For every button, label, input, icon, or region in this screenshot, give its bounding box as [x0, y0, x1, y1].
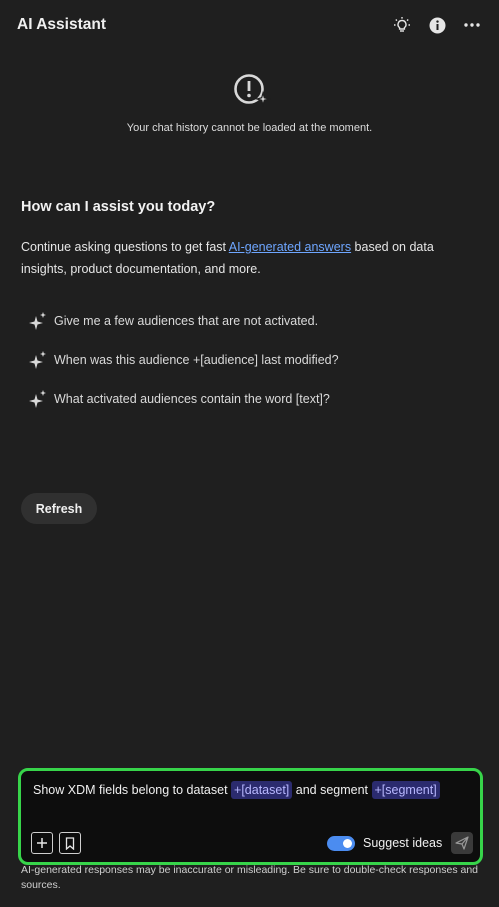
- add-button[interactable]: [31, 832, 53, 854]
- suggestion-list: Give me a few audiences that are not act…: [29, 310, 469, 427]
- error-sparkle-icon: [233, 73, 272, 109]
- header-actions: [392, 14, 482, 36]
- suggestion-text: What activated audiences contain the wor…: [54, 392, 330, 406]
- welcome-heading: How can I assist you today?: [21, 199, 216, 215]
- lightbulb-icon[interactable]: [392, 15, 412, 35]
- info-icon[interactable]: [427, 15, 447, 35]
- sparkle-icon: [29, 312, 46, 330]
- plus-icon: [37, 838, 47, 848]
- panel-title: AI Assistant: [17, 16, 107, 33]
- prompt-text: Show XDM fields belong to dataset: [33, 783, 232, 797]
- suggest-ideas-label: Suggest ideas: [363, 836, 443, 850]
- bookmark-button[interactable]: [59, 832, 81, 854]
- more-icon[interactable]: [462, 15, 482, 35]
- ai-generated-answers-link[interactable]: AI-generated answers: [229, 240, 351, 254]
- suggest-ideas-toggle[interactable]: [327, 836, 355, 851]
- prompt-text: and segment: [292, 783, 372, 797]
- intro-text-before: Continue asking questions to get fast: [21, 240, 229, 254]
- ai-assistant-panel: AI Assistant Your chat history cannot be…: [0, 0, 499, 907]
- suggestion-item[interactable]: What activated audiences contain the wor…: [29, 388, 469, 410]
- suggestion-text: When was this audience +[audience] last …: [54, 353, 339, 367]
- segment-chip[interactable]: +[segment]: [371, 781, 440, 799]
- sparkle-icon: [29, 351, 46, 369]
- panel-header: AI Assistant: [17, 14, 482, 36]
- send-icon: [455, 836, 469, 850]
- suggestion-item[interactable]: Give me a few audiences that are not act…: [29, 310, 469, 332]
- dataset-chip[interactable]: +[dataset]: [231, 781, 293, 799]
- ai-disclaimer: AI-generated responses may be inaccurate…: [21, 864, 479, 891]
- prompt-composer[interactable]: Show XDM fields belong to dataset +[data…: [18, 768, 483, 865]
- sparkle-icon: [29, 390, 46, 408]
- prompt-input[interactable]: Show XDM fields belong to dataset +[data…: [33, 780, 468, 800]
- suggestion-item[interactable]: When was this audience +[audience] last …: [29, 349, 469, 371]
- welcome-intro: Continue asking questions to get fast AI…: [21, 236, 471, 280]
- chat-history-error-message: Your chat history cannot be loaded at th…: [126, 122, 373, 134]
- suggestion-text: Give me a few audiences that are not act…: [54, 314, 319, 328]
- send-button[interactable]: [451, 832, 473, 854]
- bookmark-icon: [65, 836, 75, 850]
- refresh-button[interactable]: Refresh: [21, 493, 97, 524]
